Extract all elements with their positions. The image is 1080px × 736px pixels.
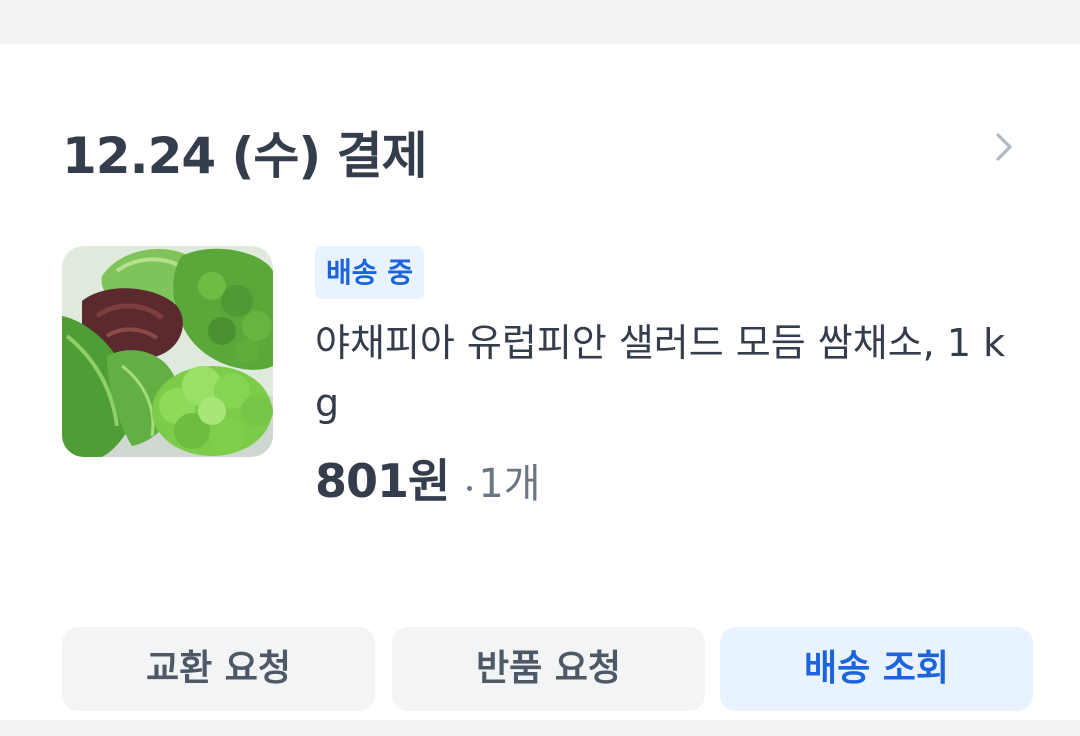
order-actions: 교환 요청 반품 요청 배송 조회 bbox=[62, 627, 1033, 711]
salad-greens-photo bbox=[62, 246, 273, 457]
order-card: 12.24 (수) 결제 배송 중 야채피아 유럽피안 샐러드 모듬 쌈채소, … bbox=[0, 44, 1080, 720]
product-info: 배송 중 야채피아 유럽피안 샐러드 모듬 쌈채소, 1 kg 801원 1개 bbox=[315, 246, 1035, 511]
price-line: 801원 1개 bbox=[315, 445, 1035, 511]
product-quantity: 1개 bbox=[478, 461, 541, 507]
top-divider bbox=[0, 0, 1080, 44]
exchange-request-button[interactable]: 교환 요청 bbox=[62, 627, 375, 711]
order-product-item[interactable]: 배송 중 야채피아 유럽피안 샐러드 모듬 쌈채소, 1 kg 801원 1개 bbox=[62, 246, 1022, 526]
chevron-right-icon[interactable] bbox=[988, 130, 1018, 164]
return-request-button[interactable]: 반품 요청 bbox=[392, 627, 705, 711]
status-badge: 배송 중 bbox=[315, 246, 425, 299]
separator-dot bbox=[467, 486, 473, 491]
product-price: 801원 bbox=[315, 454, 450, 508]
track-delivery-button[interactable]: 배송 조회 bbox=[720, 627, 1033, 711]
bottom-divider bbox=[0, 720, 1080, 736]
order-date-title: 12.24 (수) 결제 bbox=[62, 127, 428, 185]
order-header[interactable]: 12.24 (수) 결제 bbox=[62, 112, 1022, 185]
product-thumbnail[interactable] bbox=[62, 246, 273, 457]
product-name[interactable]: 야채피아 유럽피안 샐러드 모듬 쌈채소, 1 kg bbox=[315, 313, 1025, 433]
